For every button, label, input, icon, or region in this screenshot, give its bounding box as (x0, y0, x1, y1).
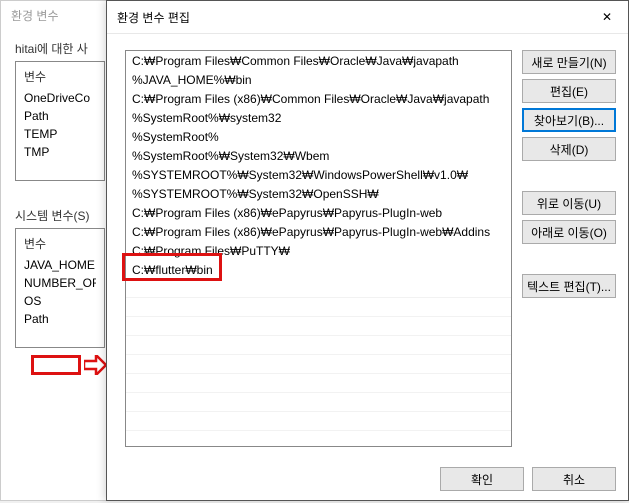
dialog-titlebar: 환경 변수 편집 ✕ (107, 1, 628, 34)
path-entry-row[interactable]: C:₩flutter₩bin (126, 260, 511, 279)
move-down-button[interactable]: 아래로 이동(O) (522, 220, 616, 244)
system-var-item[interactable]: OS (24, 294, 96, 308)
button-column: 새로 만들기(N) 편집(E) 찾아보기(B)... 삭제(D) 위로 이동(U… (522, 50, 616, 447)
move-up-button[interactable]: 위로 이동(U) (522, 191, 616, 215)
path-entry-row[interactable]: %SystemRoot%₩system32 (126, 108, 511, 127)
path-entry-row[interactable]: %SYSTEMROOT%₩System32₩WindowsPowerShell₩… (126, 165, 511, 184)
path-entry-row[interactable]: %JAVA_HOME%₩bin (126, 70, 511, 89)
path-entry-row[interactable]: C:₩Program Files (x86)₩Common Files₩Orac… (126, 89, 511, 108)
empty-row (126, 393, 511, 412)
empty-row (126, 374, 511, 393)
empty-row (126, 355, 511, 374)
edit-button[interactable]: 편집(E) (522, 79, 616, 103)
path-entry-row[interactable]: C:₩Program Files₩Common Files₩Oracle₩Jav… (126, 51, 511, 70)
user-vars-listbox[interactable]: 변수 OneDriveCo Path TEMP TMP (15, 61, 105, 181)
ok-button[interactable]: 확인 (440, 467, 524, 491)
user-var-item[interactable]: OneDriveCo (24, 91, 96, 105)
close-icon: ✕ (602, 10, 612, 24)
column-header-variable: 변수 (24, 68, 96, 85)
empty-row (126, 336, 511, 355)
path-entry-row[interactable]: C:₩Program Files (x86)₩ePapyrus₩Papyrus-… (126, 203, 511, 222)
system-vars-section-label: 시스템 변수(S) (15, 207, 105, 224)
path-entry-row[interactable]: C:₩Program Files (x86)₩ePapyrus₩Papyrus-… (126, 222, 511, 241)
dialog-title: 환경 변수 편집 (117, 9, 190, 26)
user-var-item[interactable]: Path (24, 109, 96, 123)
new-button[interactable]: 새로 만들기(N) (522, 50, 616, 74)
path-entry-row[interactable]: %SYSTEMROOT%₩System32₩OpenSSH₩ (126, 184, 511, 203)
empty-row (126, 412, 511, 431)
path-entries-listbox[interactable]: C:₩Program Files₩Common Files₩Oracle₩Jav… (125, 50, 512, 447)
path-entry-row[interactable]: C:₩Program Files₩PuTTY₩ (126, 241, 511, 260)
system-var-item[interactable]: JAVA_HOME (24, 258, 96, 272)
back-window-title: 환경 변수 (1, 1, 119, 30)
system-vars-listbox[interactable]: 변수 JAVA_HOME NUMBER_OF OS Path (15, 228, 105, 348)
cancel-button[interactable]: 취소 (532, 467, 616, 491)
path-entry-row[interactable]: %SystemRoot% (126, 127, 511, 146)
user-vars-section-label: hitai에 대한 사 (15, 40, 105, 57)
column-header-variable: 변수 (24, 235, 96, 252)
user-var-item[interactable]: TEMP (24, 127, 96, 141)
delete-button[interactable]: 삭제(D) (522, 137, 616, 161)
empty-row (126, 298, 511, 317)
edit-env-var-dialog: 환경 변수 편집 ✕ C:₩Program Files₩Common Files… (106, 0, 629, 501)
dialog-footer: 확인 취소 (125, 457, 616, 491)
env-vars-background-window: 환경 변수 hitai에 대한 사 변수 OneDriveCo Path TEMP T… (0, 0, 120, 501)
user-var-item[interactable]: TMP (24, 145, 96, 159)
browse-button[interactable]: 찾아보기(B)... (522, 108, 616, 132)
empty-row (126, 431, 511, 447)
system-var-item[interactable]: Path (24, 312, 96, 326)
edit-text-button[interactable]: 텍스트 편집(T)... (522, 274, 616, 298)
close-button[interactable]: ✕ (586, 7, 628, 27)
empty-row (126, 279, 511, 298)
empty-row (126, 317, 511, 336)
path-entry-row[interactable]: %SystemRoot%₩System32₩Wbem (126, 146, 511, 165)
system-var-item[interactable]: NUMBER_OF (24, 276, 96, 290)
